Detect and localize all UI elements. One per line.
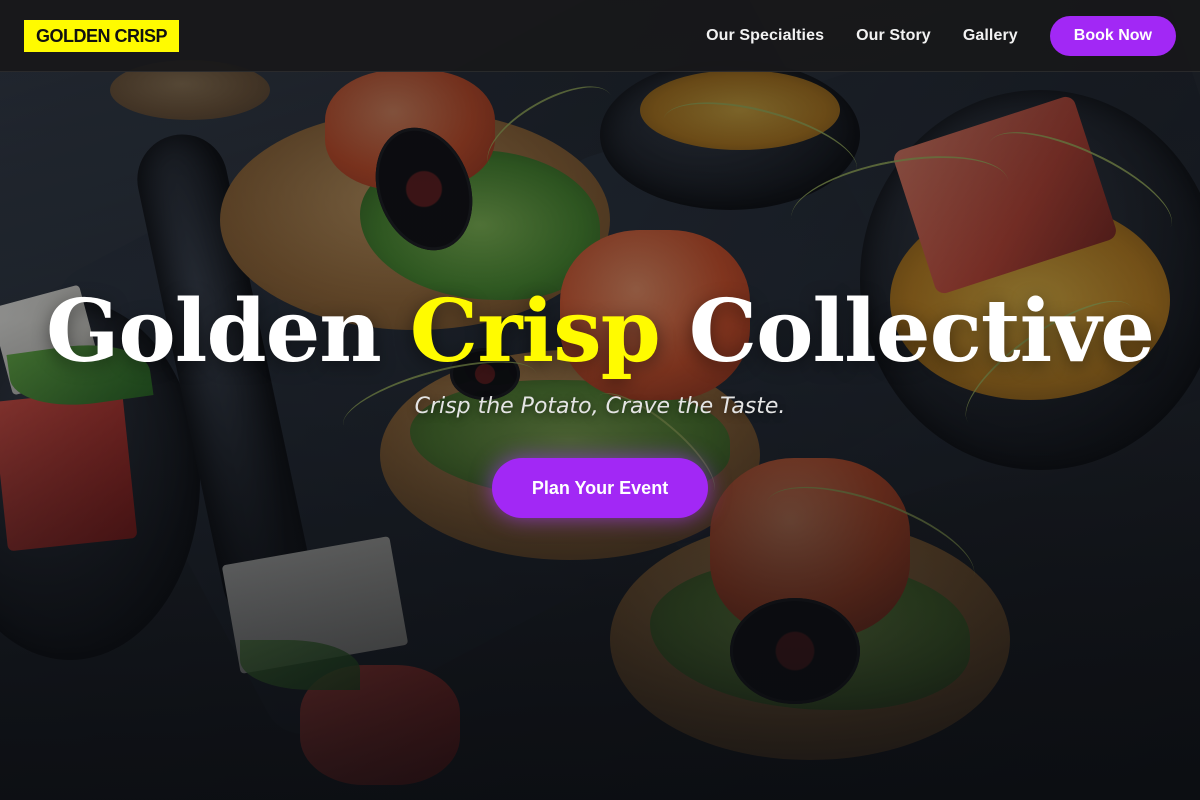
- hero-section: Golden Crisp Collective Crisp the Potato…: [0, 0, 1200, 800]
- plan-your-event-button[interactable]: Plan Your Event: [492, 458, 708, 518]
- site-header: GOLDEN CRISP Our Specialties Our Story G…: [0, 0, 1200, 72]
- hero-title-part2: Collective: [659, 281, 1155, 382]
- nav-link-our-story[interactable]: Our Story: [856, 27, 931, 45]
- hero-tagline: Crisp the Potato, Crave the Taste.: [414, 394, 786, 419]
- hero-title-accent: Crisp: [409, 281, 661, 382]
- nav-link-our-specialties[interactable]: Our Specialties: [706, 27, 824, 45]
- hero-title: Golden Crisp Collective: [0, 282, 1200, 382]
- book-now-button[interactable]: Book Now: [1049, 15, 1176, 56]
- hero-title-part1: Golden: [45, 281, 410, 382]
- nav-link-gallery[interactable]: Gallery: [963, 27, 1018, 45]
- brand-logo[interactable]: GOLDEN CRISP: [24, 19, 180, 52]
- main-nav: Our Specialties Our Story Gallery Book N…: [706, 15, 1176, 56]
